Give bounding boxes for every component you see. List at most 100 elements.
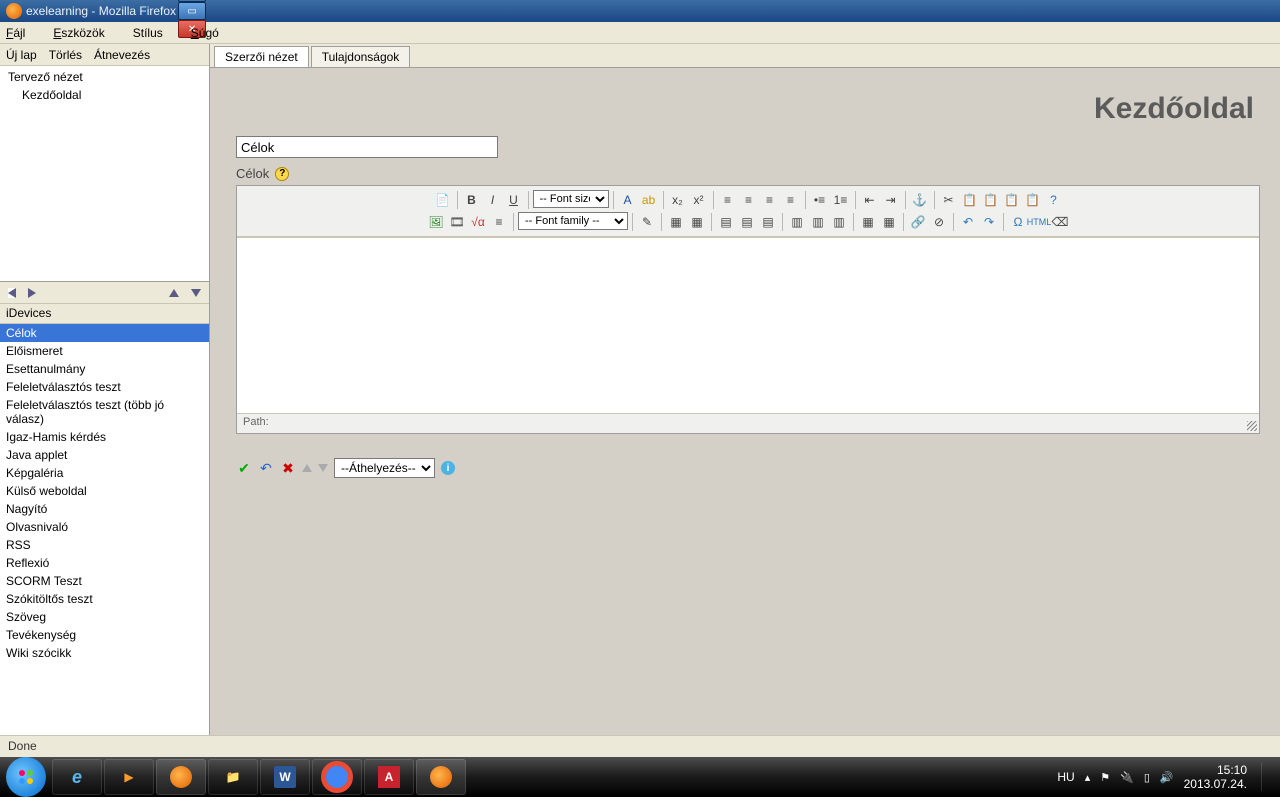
task-adobe[interactable] [364,759,414,795]
menu-help[interactable]: Súgó [191,26,233,40]
bold-button[interactable]: B [462,190,482,210]
media-button[interactable]: 🎞 [447,212,467,232]
image-button[interactable]: 🖼 [426,212,446,232]
merge-cells-button[interactable]: ▦ [858,212,878,232]
task-chrome[interactable] [312,759,362,795]
cut-button[interactable]: ✂ [939,190,959,210]
start-button[interactable] [6,757,46,797]
attach-button[interactable]: ≡ [489,212,509,232]
remove-format-button[interactable]: ⌫ [1050,212,1070,232]
idevice-item[interactable]: Célok [0,324,209,342]
italic-button[interactable]: I [483,190,503,210]
table-row-button[interactable]: ▦ [687,212,707,232]
underline-button[interactable]: U [504,190,524,210]
html-button[interactable]: HTML [1029,212,1049,232]
editor-textarea[interactable] [237,237,1259,413]
tab-properties[interactable]: Tulajdonságok [311,46,411,67]
idevice-item[interactable]: Esettanulmány [0,360,209,378]
link-button[interactable]: 🔗 [908,212,928,232]
tray-volume-icon[interactable]: 🔊 [1160,771,1174,784]
align-left-button[interactable]: ≡ [718,190,738,210]
idevice-item[interactable]: SCORM Teszt [0,572,209,590]
menu-tools[interactable]: Eszközök [53,26,118,40]
row-after-button[interactable]: ▤ [737,212,757,232]
new-tab-button[interactable]: Új lap [6,48,37,62]
math-button[interactable]: √α [468,212,488,232]
tree-root[interactable]: Tervező nézet [4,68,205,86]
table-button[interactable]: ▦ [666,212,686,232]
idevice-item[interactable]: Nagyító [0,500,209,518]
unlink-button[interactable]: ⊘ [929,212,949,232]
delete-button[interactable]: Törlés [49,48,82,62]
task-firefox[interactable] [156,759,206,795]
idevice-title-input[interactable] [236,136,498,158]
idevice-item[interactable]: RSS [0,536,209,554]
col-after-button[interactable]: ▥ [808,212,828,232]
paste-word-button[interactable]: 📋 [1023,190,1043,210]
maximize-button[interactable] [178,2,206,20]
idevice-item[interactable]: Szöveg [0,608,209,626]
idevice-item[interactable]: Olvasnivaló [0,518,209,536]
idevice-item[interactable]: Szókitöltős teszt [0,590,209,608]
idevice-item[interactable]: Reflexió [0,554,209,572]
row-before-button[interactable]: ▤ [716,212,736,232]
align-right-button[interactable]: ≡ [760,190,780,210]
move-up-icon[interactable] [169,289,179,297]
bullet-list-button[interactable]: •≡ [810,190,830,210]
idevice-item[interactable]: Tevékenység [0,626,209,644]
superscript-button[interactable]: x² [689,190,709,210]
split-cells-button[interactable]: ▦ [879,212,899,232]
idevices-list[interactable]: CélokElőismeretEsettanulmányFeleletválas… [0,324,209,735]
task-firefox-2[interactable] [416,759,466,795]
move-left-icon[interactable] [8,288,16,298]
menu-style[interactable]: Stílus [133,26,177,40]
task-ie[interactable] [52,759,102,795]
idevice-item[interactable]: Java applet [0,446,209,464]
cleanup-button[interactable]: ✎ [637,212,657,232]
charmap-button[interactable]: Ω [1008,212,1028,232]
newdoc-icon[interactable]: 📄 [433,190,453,210]
tree-child[interactable]: Kezdőoldal [4,86,205,104]
delete-icon[interactable]: ✖ [280,460,296,476]
help-icon[interactable]: ? [275,167,289,181]
anchor-button[interactable]: ⚓ [910,190,930,210]
col-delete-button[interactable]: ▥ [829,212,849,232]
tray-power-icon[interactable]: 🔌 [1120,771,1134,784]
resize-grip[interactable] [1247,421,1257,431]
idevice-item[interactable]: Feleletválasztós teszt (több jó válasz) [0,396,209,428]
align-justify-button[interactable]: ≡ [781,190,801,210]
menu-file[interactable]: Fájl [6,26,39,40]
col-before-button[interactable]: ▥ [787,212,807,232]
forecolor-button[interactable]: A [618,190,638,210]
idevice-item[interactable]: Igaz-Hamis kérdés [0,428,209,446]
paste-button[interactable]: 📋 [981,190,1001,210]
font-size-select[interactable]: -- Font size -- [533,190,609,208]
move-up-action[interactable] [302,464,312,472]
task-mediaplayer[interactable] [104,759,154,795]
move-select[interactable]: --Áthelyezés-- [334,458,435,478]
row-delete-button[interactable]: ▤ [758,212,778,232]
subscript-button[interactable]: x₂ [668,190,688,210]
redo-button[interactable]: ↷ [979,212,999,232]
move-down-icon[interactable] [191,289,201,297]
undo-icon[interactable]: ↶ [258,460,274,476]
idevice-item[interactable]: Külső weboldal [0,482,209,500]
tray-network-icon[interactable]: ▯ [1144,771,1150,784]
paste-text-button[interactable]: 📋 [1002,190,1022,210]
tray-arrow-icon[interactable]: ▴ [1085,771,1091,784]
tray-clock[interactable]: 15:10 2013.07.24. [1184,763,1247,791]
move-down-action[interactable] [318,464,328,472]
idevice-item[interactable]: Wiki szócikk [0,644,209,662]
move-right-icon[interactable] [28,288,157,298]
idevice-item[interactable]: Feleletválasztós teszt [0,378,209,396]
highlight-button[interactable]: ab [639,190,659,210]
outdent-button[interactable]: ⇤ [860,190,880,210]
idevice-item[interactable]: Képgaléria [0,464,209,482]
tray-lang[interactable]: HU [1057,770,1074,784]
info-icon[interactable]: i [441,461,455,475]
task-explorer[interactable] [208,759,258,795]
undo-button[interactable]: ↶ [958,212,978,232]
number-list-button[interactable]: 1≡ [831,190,851,210]
outline-tree[interactable]: Tervező nézet Kezdőoldal [0,66,209,282]
font-family-select[interactable]: -- Font family -- [518,212,628,230]
